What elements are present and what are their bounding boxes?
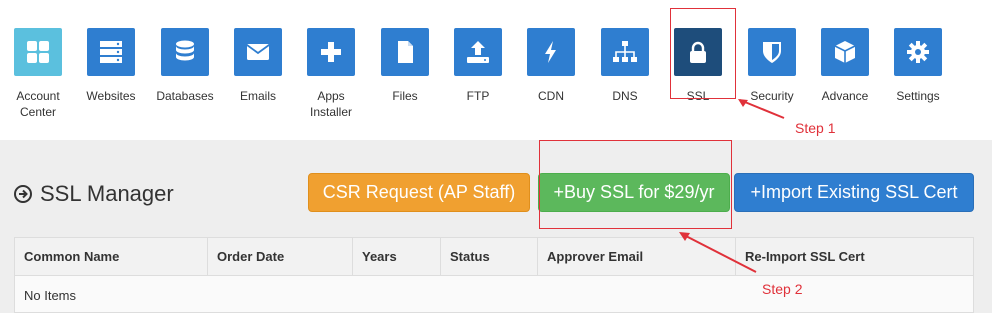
column-header-common-name[interactable]: Common Name — [15, 238, 208, 275]
toolbar-item-settings[interactable]: Settings — [886, 28, 950, 104]
page-title-text: SSL Manager — [40, 181, 174, 206]
app-toolbar: Account Center Websites Databases Emails … — [0, 0, 992, 140]
plus-icon — [307, 28, 355, 76]
upload-icon — [454, 28, 502, 76]
toolbar-item-label: Websites — [86, 89, 136, 103]
column-header-order-date[interactable]: Order Date — [208, 238, 353, 275]
toolbar-item-websites[interactable]: Websites — [79, 28, 143, 104]
toolbar-item-label: Settings — [896, 89, 940, 103]
cube-icon — [821, 28, 869, 76]
toolbar-item-ftp[interactable]: FTP — [446, 28, 510, 104]
step1-arrow-icon — [738, 99, 785, 119]
database-icon — [161, 28, 209, 76]
gear-icon — [894, 28, 942, 76]
toolbar-item-apps-installer[interactable]: Apps Installer — [299, 28, 363, 120]
empty-table-message: No Items — [24, 288, 77, 303]
ssl-table: Common Name Order Date Years Status Appr… — [14, 237, 974, 313]
csr-request-button[interactable]: CSR Request (AP Staff) — [308, 173, 530, 212]
toolbar-item-advance[interactable]: Advance — [813, 28, 877, 104]
column-header-status[interactable]: Status — [441, 238, 538, 275]
column-header-reimport-ssl-cert[interactable]: Re-Import SSL Cert — [736, 238, 973, 275]
toolbar-item-security[interactable]: Security — [740, 28, 804, 104]
step2-arrow-icon — [679, 232, 757, 273]
step2-highlight-box — [539, 140, 732, 229]
step2-label: Step 2 — [762, 281, 803, 297]
toolbar-item-files[interactable]: Files — [373, 28, 437, 104]
toolbar-item-label: DNS — [612, 89, 638, 103]
step1-label: Step 1 — [795, 120, 836, 136]
column-header-years[interactable]: Years — [353, 238, 441, 275]
toolbar-item-label: FTP — [466, 89, 490, 103]
shield-icon — [748, 28, 796, 76]
table-header-row: Common Name Order Date Years Status Appr… — [15, 238, 973, 275]
table-row: No Items — [15, 275, 973, 312]
toolbar-item-label: Files — [392, 89, 418, 103]
sitemap-icon — [601, 28, 649, 76]
toolbar-item-label: Databases — [156, 89, 214, 103]
step1-highlight-box — [670, 8, 736, 99]
toolbar-item-dns[interactable]: DNS — [593, 28, 657, 104]
toolbar-item-emails[interactable]: Emails — [226, 28, 290, 104]
toolbar-item-label: Advance — [821, 89, 869, 103]
file-icon — [381, 28, 429, 76]
envelope-icon — [234, 28, 282, 76]
toolbar-item-databases[interactable]: Databases — [153, 28, 217, 104]
grid-icon — [14, 28, 62, 76]
toolbar-item-label: Account Center — [16, 89, 60, 119]
server-icon — [87, 28, 135, 76]
arrow-circle-right-icon — [14, 185, 32, 203]
toolbar-item-label: CDN — [538, 89, 564, 103]
toolbar-item-cdn[interactable]: CDN — [519, 28, 583, 104]
toolbar-item-account-center[interactable]: Account Center — [6, 28, 70, 120]
toolbar-item-label: Emails — [239, 89, 276, 103]
page-title: SSL Manager — [14, 180, 174, 208]
import-ssl-button[interactable]: +Import Existing SSL Cert — [734, 173, 974, 212]
toolbar-item-label: Apps Installer — [309, 89, 353, 119]
bolt-icon — [527, 28, 575, 76]
